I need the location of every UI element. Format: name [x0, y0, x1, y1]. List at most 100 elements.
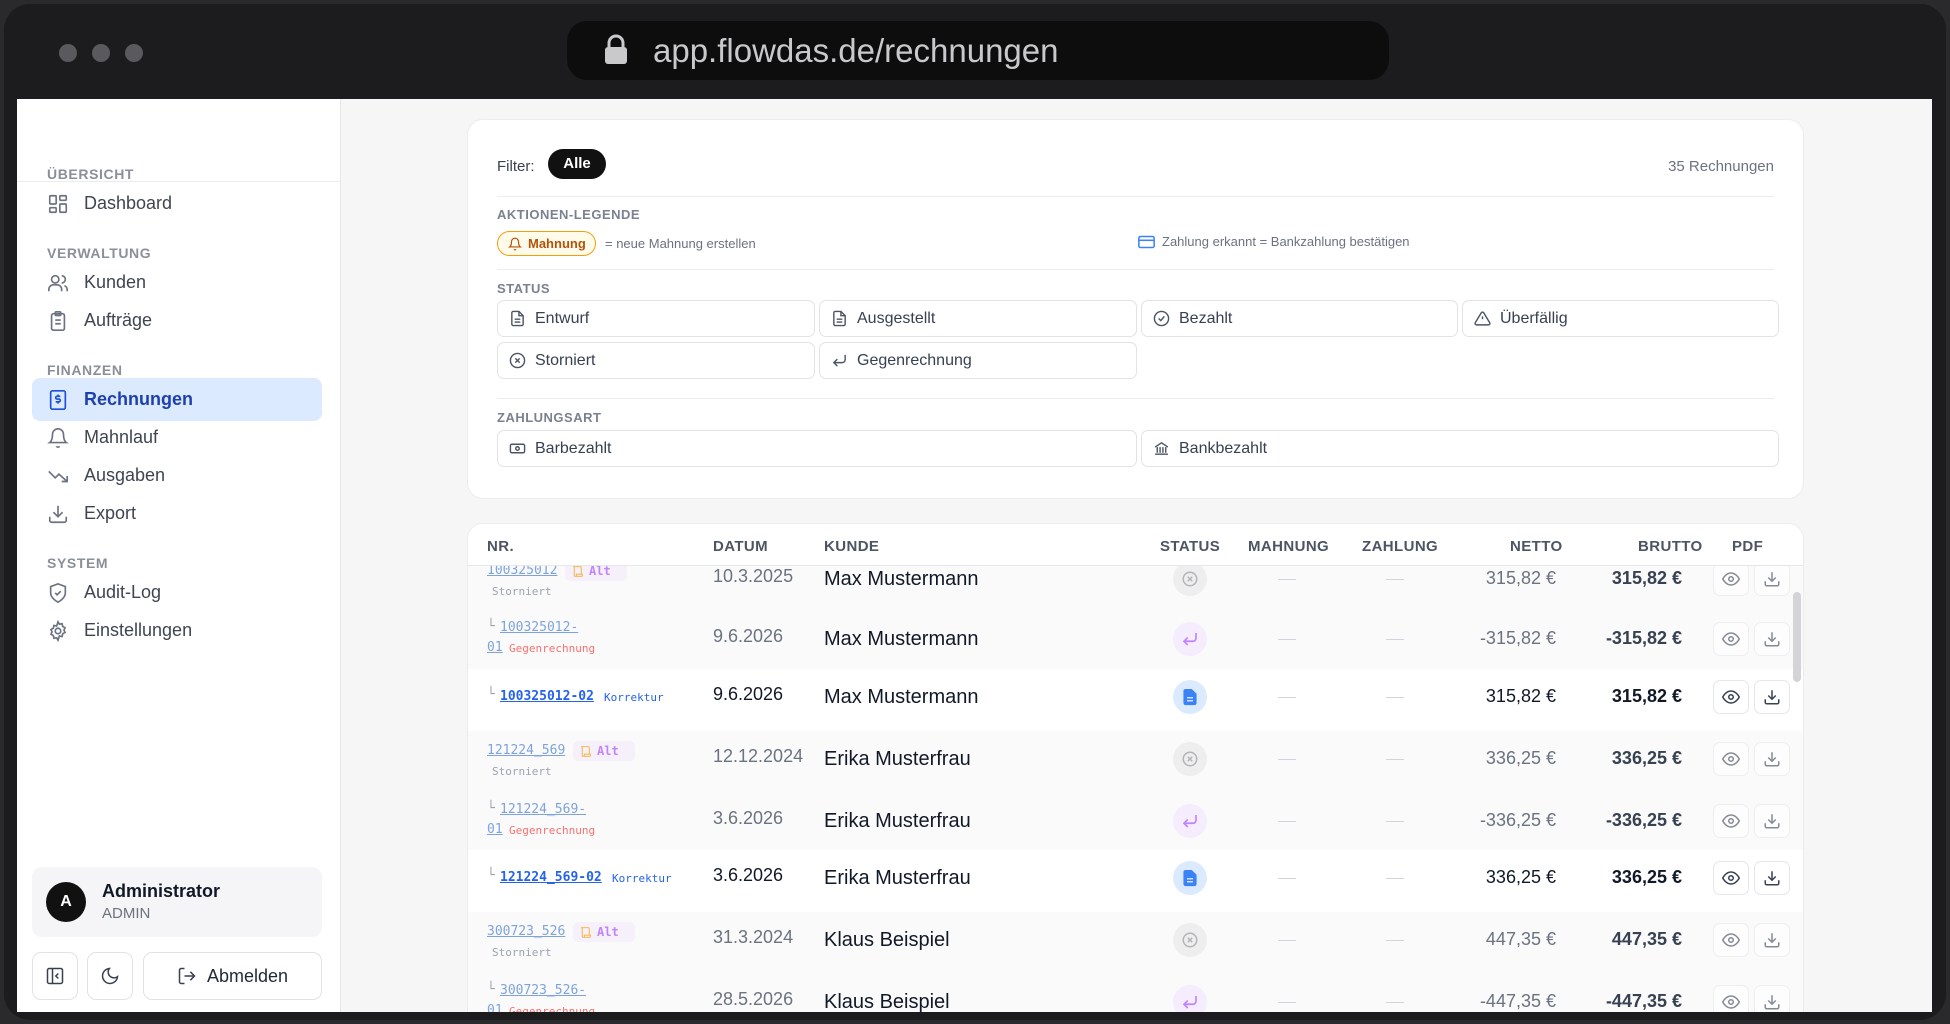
mahnung-empty — [1278, 821, 1296, 822]
user-card[interactable]: A Administrator ADMIN — [32, 867, 322, 937]
cell-datum: 9.6.2026 — [713, 626, 784, 646]
invoice-number-link[interactable]: 121224_569 — [487, 743, 565, 758]
sidebar-item-rechnungen[interactable]: Rechnungen — [32, 378, 322, 421]
invoice-icon — [49, 389, 67, 410]
window-maximize-dot[interactable] — [125, 44, 143, 62]
filter-label: Filter: — [497, 158, 535, 175]
download-pdf-button[interactable] — [1754, 923, 1790, 957]
payment-filter-barbezahlt[interactable]: Barbezahlt — [497, 430, 1137, 467]
table-row[interactable]: 100325012 Alt Storniert 10.3.2025 Max Muster… — [468, 566, 1803, 613]
theme-toggle-button[interactable] — [87, 952, 133, 1000]
download-pdf-button[interactable] — [1754, 622, 1790, 656]
download-pdf-button[interactable] — [1754, 861, 1790, 895]
view-pdf-button[interactable] — [1713, 923, 1749, 957]
sidebar-item-mahnlauf[interactable]: Mahnlauf — [32, 416, 322, 459]
view-pdf-button[interactable] — [1713, 861, 1749, 895]
col-nr[interactable]: NR. — [487, 538, 514, 555]
table-scrollbar[interactable] — [1793, 592, 1801, 682]
download-pdf-button[interactable] — [1754, 804, 1790, 838]
invoice-number-link[interactable]: 100325012 — [487, 566, 557, 578]
status-korrektur[interactable] — [1173, 861, 1207, 895]
badge-alt: Alt — [573, 741, 635, 761]
col-mahnung[interactable]: MAHNUNG — [1248, 538, 1329, 555]
row-subtype: Storniert — [492, 765, 552, 778]
table-row[interactable]: └ 100325012-02 Korrektur 9.6.2026 Max Muster… — [468, 669, 1803, 731]
zahlung-empty — [1386, 759, 1404, 760]
download-pdf-button[interactable] — [1754, 680, 1790, 714]
view-pdf-button[interactable] — [1713, 622, 1749, 656]
cell-kunde: Klaus Beispiel — [824, 929, 950, 951]
collapse-sidebar-button[interactable] — [32, 952, 78, 1000]
invoice-number-link[interactable]: 300723_526- — [500, 983, 586, 998]
status-filter-bezahlt[interactable]: Bezahlt — [1141, 300, 1458, 337]
status-filter-entwurf[interactable]: Entwurf — [497, 300, 815, 337]
invoice-number-link-cont[interactable]: 01 — [487, 640, 503, 655]
status-filter-gegenrechnung[interactable]: Gegenrechnung — [819, 342, 1137, 379]
status-gegenrechnung[interactable] — [1173, 985, 1207, 1012]
status-korrektur[interactable] — [1173, 680, 1207, 714]
shield-icon — [49, 582, 67, 603]
view-pdf-button[interactable] — [1713, 680, 1749, 714]
x-circle-icon — [1182, 932, 1198, 948]
sidebar-item-audit-log[interactable]: Audit-Log — [32, 571, 322, 614]
table-row[interactable]: └ 121224_569-02 Korrektur 3.6.2026 Erika Mus… — [468, 850, 1803, 912]
status-gegenrechnung[interactable] — [1173, 622, 1207, 656]
window-close-dot[interactable] — [59, 44, 77, 62]
table-row[interactable]: └ 121224_569- 01 Gegenrechnung 3.6.2026 Erika… — [468, 793, 1803, 855]
table-row[interactable]: 121224_569 Alt Storniert 12.12.2024 Erika Mu… — [468, 731, 1803, 793]
col-netto[interactable]: NETTO — [1510, 538, 1563, 555]
mahnung-empty — [1278, 940, 1296, 941]
sidebar-item-ausgaben[interactable]: Ausgaben — [32, 454, 322, 497]
view-pdf-button[interactable] — [1713, 804, 1749, 838]
user-name: Administrator — [102, 881, 221, 901]
col-zahlung[interactable]: ZAHLUNG — [1362, 538, 1438, 555]
col-status[interactable]: STATUS — [1160, 538, 1220, 555]
sidebar-item-auftraege[interactable]: Aufträge — [32, 299, 322, 342]
status-filter-ausgestellt[interactable]: Ausgestellt — [819, 300, 1137, 337]
table-row[interactable]: └ 100325012- 01 Gegenrechnung 9.6.2026 Max Mu… — [468, 611, 1803, 673]
status-filter-ueberfaellig[interactable]: Überfällig — [1462, 300, 1779, 337]
invoice-number-link-cont[interactable]: 01 — [487, 1003, 503, 1012]
download-pdf-button[interactable] — [1754, 985, 1790, 1012]
payment-filter-bankbezahlt[interactable]: Bankbezahlt — [1141, 430, 1779, 467]
mahnung-empty — [1278, 639, 1296, 640]
sidebar-item-label: Einstellungen — [84, 620, 193, 640]
col-datum[interactable]: DATUM — [713, 538, 768, 555]
view-pdf-button[interactable] — [1713, 566, 1749, 596]
sidebar-item-dashboard[interactable]: Dashboard — [32, 182, 322, 225]
invoice-number-link[interactable]: 100325012-02 — [500, 689, 594, 704]
cell-netto: -447,35 € — [1479, 991, 1556, 1011]
invoice-number-link-cont[interactable]: 01 — [487, 822, 503, 837]
download-pdf-button[interactable] — [1754, 742, 1790, 776]
invoice-number-link[interactable]: 300723_526 — [487, 924, 565, 939]
sidebar-item-kunden[interactable]: Kunden — [32, 261, 322, 304]
view-pdf-button[interactable] — [1713, 985, 1749, 1012]
window-minimize-dot[interactable] — [92, 44, 110, 62]
moon-icon — [101, 967, 119, 985]
cell-kunde: Erika Musterfrau — [824, 810, 971, 832]
col-kunde[interactable]: KUNDE — [824, 538, 879, 555]
invoice-number-link[interactable]: 121224_569- — [500, 802, 586, 817]
table-row[interactable]: └ 300723_526- 01 Gegenrechnung 28.5.2026 Klau… — [468, 974, 1803, 1012]
view-pdf-button[interactable] — [1713, 742, 1749, 776]
browser-toolbar: app.flowdas.de/rechnungen — [4, 4, 1946, 99]
scroll-icon — [581, 745, 591, 757]
invoice-number-link[interactable]: 100325012- — [500, 620, 578, 635]
col-pdf[interactable]: PDF — [1732, 538, 1763, 555]
table-row[interactable]: 300723_526 Alt Storniert 31.3.2024 Klaus Bei… — [468, 912, 1803, 974]
status-storniert[interactable] — [1173, 742, 1207, 776]
download-pdf-button[interactable] — [1754, 566, 1790, 596]
scroll-icon — [573, 566, 583, 577]
sidebar-item-export[interactable]: Export — [32, 492, 322, 535]
status-storniert[interactable] — [1173, 566, 1207, 596]
status-gegenrechnung[interactable] — [1173, 804, 1207, 838]
logout-button[interactable]: Abmelden — [143, 952, 322, 1000]
status-storniert[interactable] — [1173, 923, 1207, 957]
address-bar[interactable]: app.flowdas.de/rechnungen — [567, 21, 1389, 80]
status-filter-storniert[interactable]: Storniert — [497, 342, 815, 379]
sidebar-item-label: Ausgaben — [84, 465, 166, 485]
col-brutto[interactable]: BRUTTO — [1638, 538, 1703, 555]
invoice-number-link[interactable]: 121224_569-02 — [500, 870, 602, 885]
filter-chip-alle[interactable]: Alle — [548, 149, 606, 179]
sidebar-item-einstellungen[interactable]: Einstellungen — [32, 609, 322, 652]
